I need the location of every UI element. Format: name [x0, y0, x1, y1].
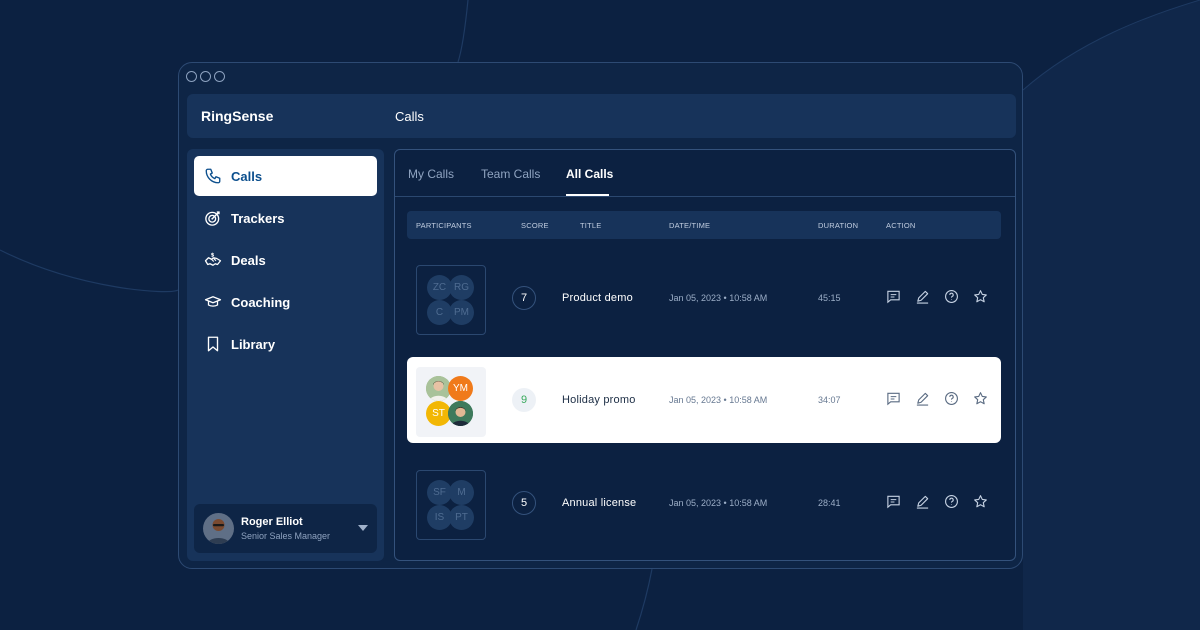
edit-icon[interactable]	[914, 390, 930, 406]
column-header-duration[interactable]: DURATION	[818, 221, 858, 230]
sidebar-item-label: Trackers	[231, 210, 285, 226]
score-badge: 5	[512, 491, 536, 515]
tab-team-calls[interactable]: Team Calls	[481, 167, 540, 181]
column-header-datetime[interactable]: DATE/TIME	[669, 221, 710, 230]
call-datetime: Jan 05, 2023 • 10:58 AM	[669, 498, 768, 508]
call-title[interactable]: Holiday promo	[562, 394, 636, 406]
comment-icon[interactable]	[885, 288, 901, 304]
participant-avatar: PT	[449, 505, 474, 530]
sidebar-item-calls[interactable]: Calls	[194, 156, 377, 196]
participant-avatar-photo	[448, 401, 473, 426]
handshake-icon: $	[204, 251, 222, 269]
edit-icon[interactable]	[914, 288, 930, 304]
star-icon[interactable]	[972, 288, 988, 304]
help-icon[interactable]	[943, 493, 959, 509]
sidebar-item-label: Deals	[231, 252, 266, 268]
page-title: Calls	[395, 109, 424, 124]
active-tab-indicator	[566, 194, 609, 196]
tab-bar: My Calls Team Calls All Calls	[395, 150, 1015, 197]
call-duration: 28:41	[818, 498, 841, 508]
participants-group: YM ST	[416, 367, 486, 437]
avatar	[203, 513, 234, 544]
participant-avatar: RG	[449, 275, 474, 300]
sidebar-item-trackers[interactable]: Trackers	[194, 198, 377, 238]
edit-icon[interactable]	[914, 493, 930, 509]
tab-all-calls[interactable]: All Calls	[566, 167, 613, 181]
calls-panel: My Calls Team Calls All Calls PARTICIPAN…	[394, 149, 1016, 561]
column-header-title[interactable]: TITLE	[580, 221, 601, 230]
bookmark-icon	[204, 335, 222, 353]
score-badge: 7	[512, 286, 536, 310]
call-datetime: Jan 05, 2023 • 10:58 AM	[669, 395, 768, 405]
table-row[interactable]: ZC RG C PM 7 Product demo Jan 05, 2023 •…	[407, 255, 1001, 341]
call-duration: 34:07	[818, 395, 841, 405]
comment-icon[interactable]	[885, 493, 901, 509]
table-header: PARTICIPANTS SCORE TITLE DATE/TIME DURAT…	[407, 211, 1001, 239]
participant-avatar: YM	[448, 376, 473, 401]
sidebar-item-deals[interactable]: $ Deals	[194, 240, 377, 280]
participants-group: SF M IS PT	[416, 470, 486, 540]
call-title[interactable]: Annual license	[562, 497, 636, 509]
sidebar-item-coaching[interactable]: Coaching	[194, 282, 377, 322]
app-window: RingSense Calls Calls Trackers $ Deals C…	[178, 62, 1023, 569]
user-profile-card[interactable]: Roger Elliot Senior Sales Manager	[194, 504, 377, 553]
help-icon[interactable]	[943, 288, 959, 304]
chevron-down-icon[interactable]	[358, 525, 368, 531]
call-datetime: Jan 05, 2023 • 10:58 AM	[669, 293, 768, 303]
target-icon	[204, 209, 222, 227]
window-control-close[interactable]	[186, 71, 197, 82]
star-icon[interactable]	[972, 493, 988, 509]
table-row[interactable]: SF M IS PT 5 Annual license Jan 05, 2023…	[407, 460, 1001, 546]
user-name: Roger Elliot	[241, 516, 303, 528]
svg-text:$: $	[211, 252, 215, 258]
sidebar-item-library[interactable]: Library	[194, 324, 377, 364]
table-row-selected[interactable]: YM ST 9 Holiday promo Jan 05, 2023 • 10:…	[407, 357, 1001, 443]
column-header-action: ACTION	[886, 221, 916, 230]
sidebar-item-label: Coaching	[231, 294, 291, 310]
participants-group: ZC RG C PM	[416, 265, 486, 335]
graduation-cap-icon	[204, 293, 222, 311]
tab-my-calls[interactable]: My Calls	[408, 167, 454, 181]
window-controls	[186, 71, 225, 82]
participant-avatar: M	[449, 480, 474, 505]
comment-icon[interactable]	[885, 390, 901, 406]
phone-icon	[204, 167, 222, 185]
user-role: Senior Sales Manager	[241, 531, 331, 541]
sidebar: Calls Trackers $ Deals Coaching Library	[187, 149, 384, 561]
score-badge: 9	[512, 388, 536, 412]
column-header-participants[interactable]: PARTICIPANTS	[416, 221, 472, 230]
help-icon[interactable]	[943, 390, 959, 406]
top-bar: RingSense Calls	[187, 94, 1016, 138]
call-duration: 45:15	[818, 293, 841, 303]
star-icon[interactable]	[972, 390, 988, 406]
call-title[interactable]: Product demo	[562, 292, 633, 304]
participant-avatar: PM	[449, 300, 474, 325]
brand-logo[interactable]: RingSense	[201, 108, 273, 124]
sidebar-item-label: Library	[231, 336, 276, 352]
sidebar-item-label: Calls	[231, 168, 263, 184]
window-control-minimize[interactable]	[200, 71, 211, 82]
window-control-maximize[interactable]	[214, 71, 225, 82]
column-header-score[interactable]: SCORE	[521, 221, 549, 230]
